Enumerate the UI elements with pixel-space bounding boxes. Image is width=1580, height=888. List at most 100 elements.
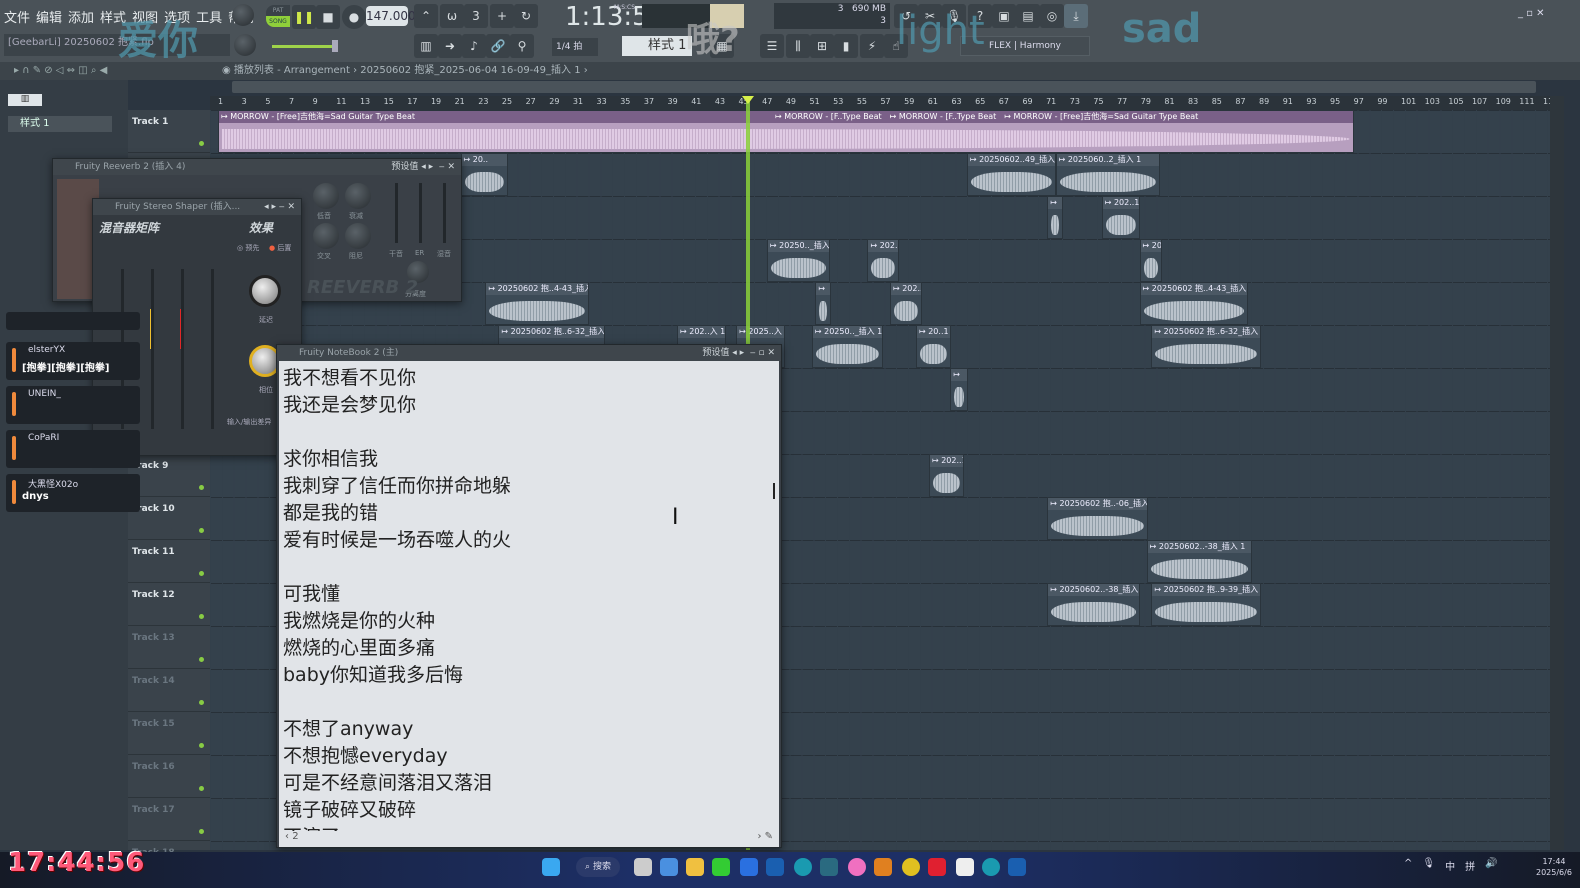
track-header[interactable]: Track 11: [128, 540, 210, 583]
track-header[interactable]: Track 12: [128, 583, 210, 626]
track-header[interactable]: Track 17: [128, 798, 210, 841]
taskbar-clock[interactable]: 17:44 2025/6/6: [1536, 856, 1572, 878]
audio-clip[interactable]: ↦ 20250602 抱..9-39_插入 1: [1151, 583, 1262, 626]
tools-icons[interactable]: ▸ ∩ ✎ ⊘ ◁ ⇔ ◫ ⌕ ◀: [14, 65, 107, 76]
window-title[interactable]: Fruity Reeverb 2 (插入 4) 预设值 ◂ ▸ ‒ ✕: [53, 159, 461, 175]
app-icon[interactable]: [820, 858, 838, 876]
app-icon[interactable]: [766, 858, 784, 876]
window-controls[interactable]: ◂ ▸ ‒ ✕: [264, 199, 295, 215]
track-enable-led[interactable]: [199, 528, 204, 533]
master-volume-knob[interactable]: [232, 4, 254, 26]
app-icon[interactable]: [1008, 858, 1026, 876]
menu-item[interactable]: 文件: [4, 7, 30, 26]
tempo-field[interactable]: 147.000: [366, 6, 416, 26]
lr-fader[interactable]: [151, 269, 154, 429]
track-header[interactable]: Track 10: [128, 497, 210, 540]
master-volume-slider-handle[interactable]: [332, 40, 338, 52]
audio-clip[interactable]: ↦ 202..1: [889, 282, 922, 325]
audio-clip[interactable]: ↦ 20..1: [915, 325, 952, 368]
note-icon[interactable]: ♪: [462, 34, 486, 58]
fl-studio-icon[interactable]: [874, 858, 892, 876]
wait-record-icon[interactable]: ω: [440, 4, 464, 28]
window-controls[interactable]: 预设值 ◂ ▸ ‒ ▫ ✕: [702, 345, 775, 361]
track-header[interactable]: Track 9: [128, 454, 210, 497]
audio-clip[interactable]: ↦ 20250602 抱..6-32_插入 1: [1151, 325, 1262, 368]
piano-roll-icon[interactable]: ▥: [414, 34, 438, 58]
audio-clip[interactable]: ↦: [815, 282, 831, 325]
track-header[interactable]: Track 14: [128, 669, 210, 712]
decay-knob[interactable]: [345, 183, 371, 209]
start-icon[interactable]: [542, 858, 560, 876]
app-icon[interactable]: [740, 858, 758, 876]
song-mode-toggle[interactable]: SONG: [266, 16, 290, 27]
pattern-view-toggle[interactable]: ▥: [8, 94, 42, 106]
save-icon[interactable]: ▣: [992, 4, 1016, 28]
crossover-knob[interactable]: [313, 223, 339, 249]
loop-record-icon[interactable]: ↻: [514, 4, 538, 28]
vertical-scrollbar[interactable]: [1550, 96, 1564, 850]
chrome-icon[interactable]: [902, 858, 920, 876]
audio-clip[interactable]: ↦ 202..1: [1101, 196, 1140, 239]
download-icon[interactable]: ⤓: [1064, 4, 1088, 28]
window-title[interactable]: Fruity NoteBook 2 (主) 预设值 ◂ ▸ ‒ ▫ ✕: [277, 345, 781, 361]
track-enable-led[interactable]: [199, 141, 204, 146]
window-controls[interactable]: 预设值 ◂ ▸ ‒ ✕: [391, 159, 455, 175]
wet-fader[interactable]: [443, 183, 446, 243]
ime-icon[interactable]: 中: [1445, 858, 1455, 873]
track-header[interactable]: Track 1: [128, 110, 210, 153]
step-edit-icon[interactable]: +: [490, 4, 514, 28]
presets-label[interactable]: 预设值: [702, 348, 729, 358]
countdown-icon[interactable]: 3: [464, 4, 488, 28]
page-number[interactable]: 2: [292, 831, 298, 842]
tray-expand[interactable]: ^: [1404, 858, 1412, 873]
audio-clip[interactable]: ↦ 20..: [460, 153, 508, 196]
pre-radio[interactable]: ◎ 预先: [237, 243, 259, 253]
app-icon[interactable]: [848, 858, 866, 876]
rr-fader[interactable]: [211, 269, 214, 429]
track-enable-led[interactable]: [199, 829, 204, 834]
track-header[interactable]: Track 15: [128, 712, 210, 755]
menu-item[interactable]: 编辑: [36, 7, 62, 26]
pattern-mode-toggle[interactable]: PAT: [266, 5, 290, 16]
bass-knob[interactable]: [313, 183, 339, 209]
mixer-icon[interactable]: ⫼: [786, 34, 810, 58]
record-button[interactable]: ●: [342, 5, 366, 29]
horizontal-scrollbar[interactable]: [232, 81, 1536, 93]
er-fader[interactable]: [419, 183, 422, 243]
store-icon[interactable]: [660, 858, 678, 876]
pattern-selector[interactable]: 样式 1: [622, 36, 692, 56]
snap-selector[interactable]: 1/4 拍: [552, 38, 598, 56]
mic-icon[interactable]: 🎙: [1422, 858, 1435, 873]
stop-button[interactable]: ■: [316, 5, 340, 29]
audio-clip-morrow[interactable]: ↦ MORROW - [Free]吉他海=Sad Guitar Type Bea…: [218, 110, 1354, 153]
window-title[interactable]: Fruity Stereo Shaper (插入... ◂ ▸ ‒ ✕: [93, 199, 301, 215]
track-enable-led[interactable]: [199, 743, 204, 748]
audio-clip[interactable]: ↦ 202..1: [867, 239, 900, 282]
audio-clip[interactable]: ↦ 20250602 抱..4-43_插入 1: [1139, 282, 1249, 325]
arrow-icon[interactable]: ➜: [438, 34, 462, 58]
browser-icon[interactable]: ⊞: [810, 34, 834, 58]
track-header[interactable]: Track 16: [128, 755, 210, 798]
wechat-icon[interactable]: [712, 858, 730, 876]
volume-icon[interactable]: 🔊: [1485, 858, 1497, 873]
dry-fader[interactable]: [395, 183, 398, 243]
audio-clip[interactable]: ↦ 20250602 抱..-06_插入 1: [1047, 497, 1148, 540]
playhead-marker[interactable]: [741, 96, 754, 104]
track-enable-led[interactable]: [199, 571, 204, 576]
netease-music-icon[interactable]: [928, 858, 946, 876]
app-icon[interactable]: [794, 858, 812, 876]
audio-clip[interactable]: ↦ 2025060..2_插入 1: [1055, 153, 1160, 196]
taskbar-search[interactable]: ⌕ 搜索: [576, 857, 620, 877]
plugin-icon[interactable]: ⚡: [860, 34, 884, 58]
audio-clip[interactable]: ↦ 20250602..-38_插入 1: [1047, 583, 1140, 626]
play-button[interactable]: ❚❚: [292, 5, 316, 29]
audio-clip[interactable]: ↦: [950, 368, 968, 411]
file-icon[interactable]: ▮: [834, 34, 858, 58]
master-pitch-knob[interactable]: [234, 34, 256, 56]
audio-clip[interactable]: ↦ 20: [1139, 239, 1163, 282]
track-enable-led[interactable]: [199, 614, 204, 619]
stamp-icon[interactable]: ⚲: [510, 34, 534, 58]
ime-mode[interactable]: 拼: [1465, 858, 1475, 873]
audio-clip[interactable]: ↦ 20250.._插入 1: [766, 239, 830, 282]
damping-knob[interactable]: [345, 223, 371, 249]
